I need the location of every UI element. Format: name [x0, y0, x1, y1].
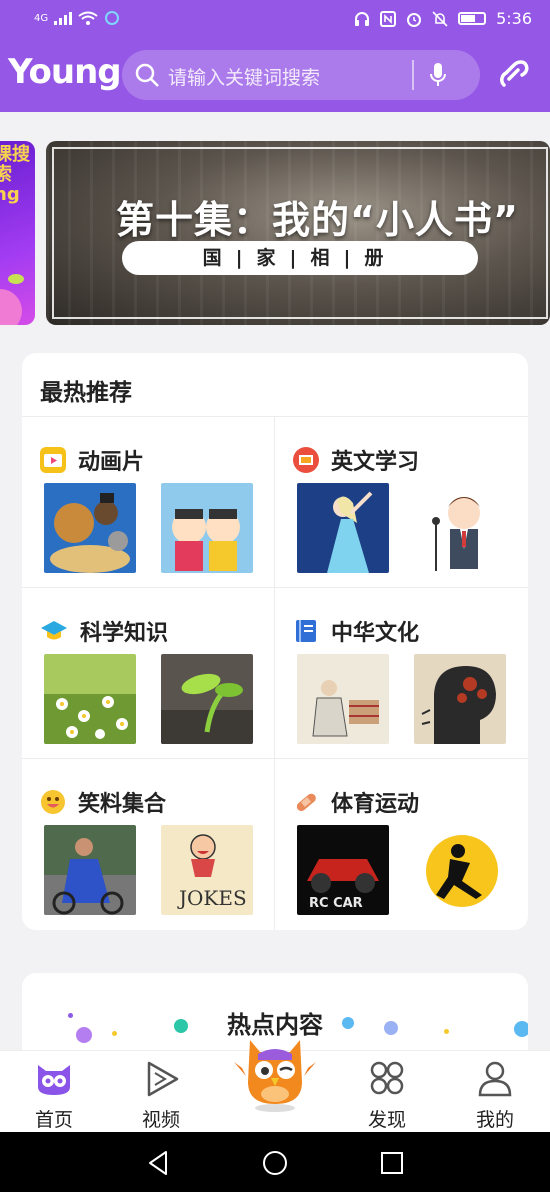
back-icon[interactable]	[146, 1150, 170, 1176]
banner-slide[interactable]: 第十集：我的“小人书” 国|家|相|册	[46, 141, 550, 325]
english-thumbnail[interactable]	[297, 483, 389, 573]
category-culture[interactable]: 中华文化	[275, 587, 528, 758]
jokes-thumbnail[interactable]	[44, 825, 136, 915]
banner-prev-decoration	[0, 274, 24, 325]
category-label: 英文学习	[331, 450, 420, 475]
culture-thumbnail[interactable]	[414, 654, 506, 744]
bandage-icon	[296, 793, 316, 812]
book-icon	[296, 620, 316, 642]
owl-mascot-button[interactable]	[228, 1032, 322, 1114]
category-label: 笑料集合	[78, 792, 167, 817]
search-bar[interactable]: 请输入关键词搜索	[122, 50, 480, 100]
emoji-icon	[41, 790, 65, 814]
banner-title: 第十集：我的“小人书”	[116, 198, 519, 242]
sync-icon	[105, 11, 120, 25]
cartoon-thumbnail[interactable]	[44, 483, 136, 573]
science-thumbnail[interactable]	[161, 654, 253, 744]
tab-profile[interactable]: 我的	[450, 1059, 540, 1132]
tab-label: 我的	[475, 1109, 514, 1131]
jokes-thumbnail[interactable]: JOKES	[161, 825, 253, 915]
category-cartoons[interactable]: 动画片	[22, 416, 275, 587]
clock: 5:36	[496, 9, 532, 28]
section-title: 最热推荐	[40, 380, 132, 406]
microphone-icon[interactable]	[427, 61, 449, 89]
banner-prev-text: 课搜索 ng	[0, 144, 30, 205]
play-icon	[147, 1061, 179, 1097]
graduation-cap-icon	[41, 621, 67, 640]
sports-thumbnail[interactable]	[414, 825, 506, 915]
category-label: 动画片	[78, 450, 145, 475]
search-input[interactable]: 请输入关键词搜索	[168, 63, 320, 90]
app-logo[interactable]: Young	[8, 52, 122, 92]
cartoon-icon	[40, 447, 66, 473]
link-icon[interactable]	[496, 55, 532, 91]
category-label: 体育运动	[331, 792, 420, 817]
home-icon[interactable]	[262, 1150, 288, 1176]
banner-prev-slide[interactable]: 课搜索 ng	[0, 141, 35, 325]
category-sports[interactable]: 体育运动 RC CAR	[275, 758, 528, 929]
banner-subtitle: 国|家|相|册	[122, 241, 478, 275]
nfc-icon	[380, 10, 397, 27]
user-icon	[478, 1061, 512, 1097]
english-icon	[293, 447, 319, 473]
discover-icon	[370, 1061, 404, 1095]
tab-label: 发现	[367, 1109, 406, 1131]
culture-thumbnail[interactable]	[297, 654, 389, 744]
wifi-icon	[78, 11, 98, 25]
home-owl-icon	[38, 1065, 70, 1095]
svg-text:JOKES: JOKES	[177, 886, 247, 910]
category-label: 中华文化	[331, 621, 420, 646]
app-header: 4G 5:36 Young 请输入关键词搜索	[0, 0, 550, 112]
sports-thumbnail[interactable]: RC CAR	[297, 825, 389, 915]
tab-label: 视频	[141, 1109, 180, 1131]
recents-icon[interactable]	[380, 1151, 404, 1175]
search-icon	[135, 63, 159, 87]
tab-home[interactable]: 首页	[9, 1059, 99, 1132]
hot-recommend-card: 最热推荐 动画片 英文学习 科学知识 中华文化 笑料集合 JOKES 体育运动 …	[22, 353, 528, 930]
status-bar: 4G 5:36	[0, 0, 550, 38]
category-english[interactable]: 英文学习	[275, 416, 528, 587]
english-thumbnail[interactable]	[414, 483, 506, 573]
svg-text:RC CAR: RC CAR	[309, 896, 363, 911]
mute-icon	[432, 10, 448, 27]
system-nav-bar	[0, 1132, 550, 1192]
category-label: 科学知识	[80, 621, 169, 646]
category-jokes[interactable]: 笑料集合 JOKES	[22, 758, 275, 929]
tab-discover[interactable]: 发现	[342, 1059, 432, 1132]
alarm-icon	[407, 12, 422, 27]
tab-label: 首页	[34, 1109, 73, 1131]
battery-icon	[458, 12, 487, 25]
category-science[interactable]: 科学知识	[22, 587, 275, 758]
tab-video[interactable]: 视频	[116, 1059, 206, 1132]
signal-icon	[54, 11, 73, 25]
science-thumbnail[interactable]	[44, 654, 136, 744]
cartoon-thumbnail[interactable]	[161, 483, 253, 573]
network-type: 4G	[34, 12, 49, 24]
headphones-icon	[355, 11, 370, 26]
search-divider	[412, 60, 414, 90]
